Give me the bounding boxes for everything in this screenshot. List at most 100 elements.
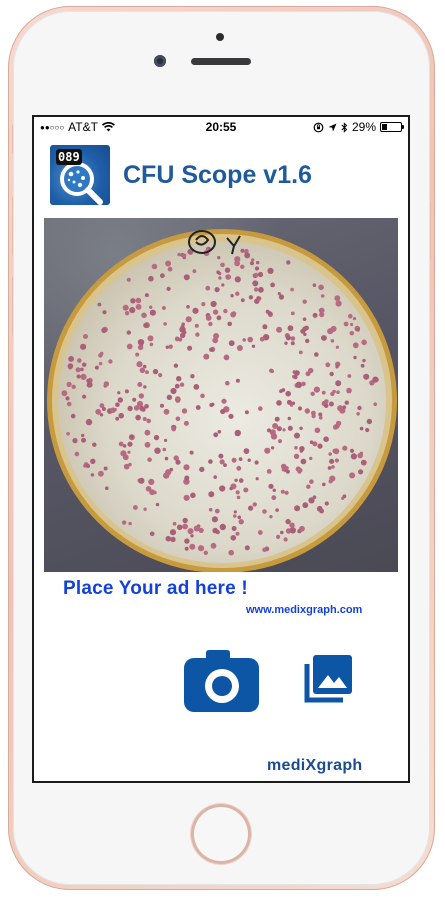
colony — [282, 428, 286, 432]
colony — [67, 363, 74, 369]
colony — [248, 505, 254, 511]
colony — [144, 441, 151, 448]
colony — [254, 272, 259, 278]
colony — [210, 300, 217, 308]
colony — [231, 457, 237, 463]
colony — [272, 488, 276, 492]
colony — [289, 527, 296, 534]
colony — [190, 492, 196, 499]
ad-website-link[interactable]: www.medixgraph.com — [246, 604, 362, 616]
colony — [236, 465, 242, 471]
colony — [280, 530, 284, 535]
colony — [208, 321, 213, 327]
colony — [147, 457, 152, 462]
colony — [174, 396, 181, 403]
bluetooth-icon — [341, 121, 348, 133]
rotation-lock-icon — [313, 122, 324, 132]
colony — [264, 447, 271, 454]
colony — [258, 406, 263, 411]
colony — [180, 332, 186, 339]
colony — [221, 398, 227, 404]
colony — [71, 384, 76, 389]
colony — [217, 430, 222, 434]
colony — [90, 458, 96, 464]
colony — [311, 410, 316, 416]
colony — [68, 356, 74, 362]
colony — [359, 451, 364, 455]
home-button[interactable] — [191, 804, 251, 864]
colony — [102, 310, 107, 315]
ad-headline[interactable]: Place Your ad here ! — [63, 578, 248, 600]
colony — [302, 326, 308, 332]
colony — [182, 523, 189, 530]
colony — [321, 335, 325, 340]
app-header: 089 CFU Scope v1.6 — [50, 144, 312, 206]
colony — [323, 403, 329, 408]
colony — [174, 383, 180, 389]
colony — [205, 315, 212, 321]
colony — [181, 322, 185, 327]
colony — [346, 387, 352, 394]
colony — [229, 486, 233, 491]
colony — [335, 380, 342, 387]
colony — [138, 477, 145, 484]
colony — [137, 344, 144, 351]
colony — [266, 469, 272, 474]
colony — [248, 295, 254, 300]
colony — [183, 494, 190, 501]
colony — [309, 440, 314, 444]
colony — [240, 264, 245, 269]
colony — [148, 478, 155, 485]
colony — [235, 490, 240, 495]
colony — [290, 336, 296, 341]
colony — [321, 390, 326, 395]
colony — [86, 464, 90, 468]
colony — [170, 387, 177, 395]
colony — [242, 338, 246, 342]
colony — [286, 260, 291, 265]
colony — [98, 361, 103, 366]
logo-counter: 089 — [56, 149, 82, 165]
colony — [110, 407, 116, 413]
brand-logo: mediXgraph — [267, 757, 363, 774]
colony — [244, 545, 250, 551]
colony — [219, 459, 225, 465]
colony — [337, 405, 344, 412]
colony — [194, 323, 199, 328]
colony — [334, 295, 341, 302]
colony — [317, 443, 323, 449]
colony — [99, 403, 105, 408]
colony — [324, 501, 329, 506]
colony — [295, 381, 303, 388]
colony — [151, 263, 158, 270]
colony — [270, 446, 275, 450]
camera-button[interactable] — [184, 650, 259, 712]
colony — [130, 298, 136, 304]
colony — [327, 466, 332, 470]
colony — [234, 276, 241, 283]
colony — [127, 405, 133, 412]
colony — [252, 502, 257, 507]
gallery-button[interactable] — [304, 655, 352, 703]
colony — [86, 381, 93, 388]
colony — [182, 517, 188, 524]
colony — [126, 343, 133, 350]
colony — [174, 336, 180, 342]
colony — [201, 302, 206, 307]
colony — [271, 495, 277, 501]
colony — [262, 324, 268, 330]
colony — [127, 450, 131, 454]
colony — [353, 355, 357, 360]
colony — [365, 427, 370, 433]
colony — [302, 317, 307, 321]
ad-banner[interactable]: Place Your ad here ! www.medixgraph.com — [63, 578, 362, 616]
colony — [185, 316, 192, 323]
colony — [81, 433, 85, 438]
colony — [175, 416, 181, 422]
colony — [318, 284, 324, 291]
colony — [238, 519, 244, 525]
colony — [176, 524, 183, 531]
colony — [332, 389, 336, 394]
colony — [176, 376, 182, 382]
proximity-sensor — [216, 33, 224, 41]
